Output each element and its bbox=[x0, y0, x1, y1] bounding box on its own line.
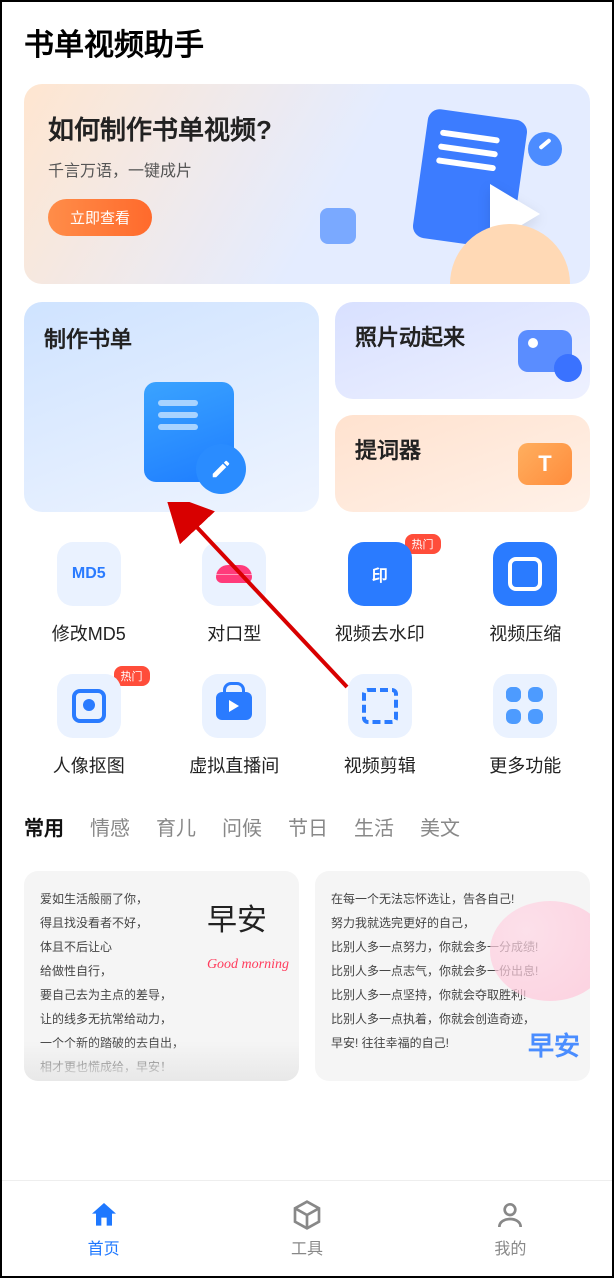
nav-me[interactable]: 我的 bbox=[494, 1199, 526, 1259]
tab-greeting[interactable]: 问候 bbox=[222, 812, 262, 841]
bottom-nav: 首页 工具 我的 bbox=[2, 1180, 612, 1276]
template-row: 爱如生活般丽了你， 得且找没看者不好， 体且不后让心 给做性自行， 要自己去为主… bbox=[24, 871, 590, 1081]
chip-icon bbox=[320, 208, 356, 244]
person-icon bbox=[494, 1199, 526, 1231]
tab-common[interactable]: 常用 bbox=[24, 812, 64, 841]
teleprompter-title: 提词器 bbox=[355, 438, 421, 463]
tab-festival[interactable]: 节日 bbox=[288, 812, 328, 841]
pencil-badge-icon bbox=[196, 444, 246, 494]
tab-emotion[interactable]: 情感 bbox=[90, 812, 130, 841]
tool-label: 人像抠图 bbox=[53, 752, 125, 778]
how-to-banner[interactable]: 如何制作书单视频? 千言万语，一键成片 立即查看 bbox=[24, 84, 590, 284]
tool-label: 更多功能 bbox=[489, 752, 561, 778]
tool-label: 视频压缩 bbox=[489, 620, 561, 646]
banner-illustration bbox=[300, 104, 580, 284]
image-wave-icon bbox=[518, 330, 572, 372]
tool-more[interactable]: 更多功能 bbox=[453, 674, 599, 778]
pen-circle-icon bbox=[528, 132, 562, 166]
make-booklist-card[interactable]: 制作书单 bbox=[24, 302, 319, 512]
home-icon bbox=[88, 1199, 120, 1231]
document-edit-icon bbox=[144, 382, 234, 482]
box-icon bbox=[291, 1199, 323, 1231]
watermark-icon: 印 bbox=[348, 542, 412, 606]
app-title: 书单视频助手 bbox=[24, 20, 590, 64]
calligraphy-art: 早安 Good morning bbox=[207, 891, 289, 979]
template-text: 让的线多无抗常给动力， bbox=[40, 1007, 283, 1031]
header: 书单视频助手 bbox=[2, 2, 612, 74]
tool-portrait-cutout[interactable]: 热门 人像抠图 bbox=[16, 674, 162, 778]
teleprompter-glyph: T bbox=[538, 451, 551, 477]
tool-grid: MD5 修改MD5 对口型 热门 印 视频去水印 视频压缩 热门 人像抠图 虚拟… bbox=[16, 542, 598, 778]
tool-label: 视频剪辑 bbox=[344, 752, 416, 778]
template-card-2[interactable]: 在每一个无法忘怀选让，告各自己! 努力我就选完更好的自己， 比别人多一点努力，你… bbox=[315, 871, 590, 1081]
tool-label: 虚拟直播间 bbox=[189, 752, 279, 778]
feature-cards-row: 制作书单 照片动起来 提词器 T bbox=[24, 302, 590, 512]
nav-label: 首页 bbox=[88, 1235, 120, 1259]
md5-icon: MD5 bbox=[57, 542, 121, 606]
template-text: 要自己去为主点的差导， bbox=[40, 983, 283, 1007]
make-booklist-title: 制作书单 bbox=[44, 322, 299, 354]
lips-icon bbox=[202, 542, 266, 606]
more-grid-icon bbox=[493, 674, 557, 738]
animate-photo-title: 照片动起来 bbox=[355, 325, 465, 350]
tool-remove-watermark[interactable]: 热门 印 视频去水印 bbox=[307, 542, 453, 646]
tool-label: 对口型 bbox=[207, 620, 261, 646]
tool-label: 视频去水印 bbox=[335, 620, 425, 646]
nav-tools[interactable]: 工具 bbox=[291, 1199, 323, 1259]
tool-md5[interactable]: MD5 修改MD5 bbox=[16, 542, 162, 646]
tab-prose[interactable]: 美文 bbox=[420, 812, 460, 841]
nav-label: 工具 bbox=[291, 1235, 323, 1259]
compress-icon bbox=[493, 542, 557, 606]
template-card-1[interactable]: 爱如生活般丽了你， 得且找没看者不好， 体且不后让心 给做性自行， 要自己去为主… bbox=[24, 871, 299, 1081]
crop-icon bbox=[348, 674, 412, 738]
tool-label: 修改MD5 bbox=[52, 620, 126, 646]
tv-icon bbox=[202, 674, 266, 738]
tab-parenting[interactable]: 育儿 bbox=[156, 812, 196, 841]
teleprompter-icon: T bbox=[518, 443, 572, 485]
teleprompter-card[interactable]: 提词器 T bbox=[335, 415, 590, 512]
portrait-icon bbox=[57, 674, 121, 738]
tool-compress-video[interactable]: 视频压缩 bbox=[453, 542, 599, 646]
banner-cta-button[interactable]: 立即查看 bbox=[48, 199, 152, 236]
tool-lipsync[interactable]: 对口型 bbox=[162, 542, 308, 646]
animate-photo-card[interactable]: 照片动起来 bbox=[335, 302, 590, 399]
tool-video-edit[interactable]: 视频剪辑 bbox=[307, 674, 453, 778]
nav-label: 我的 bbox=[494, 1235, 526, 1259]
category-tabs: 常用 情感 育儿 问候 节日 生活 美文 bbox=[24, 812, 590, 841]
tool-virtual-studio[interactable]: 虚拟直播间 bbox=[162, 674, 308, 778]
morning-label: 早安 bbox=[528, 1021, 580, 1073]
nav-home[interactable]: 首页 bbox=[88, 1199, 120, 1259]
tab-life[interactable]: 生活 bbox=[354, 812, 394, 841]
